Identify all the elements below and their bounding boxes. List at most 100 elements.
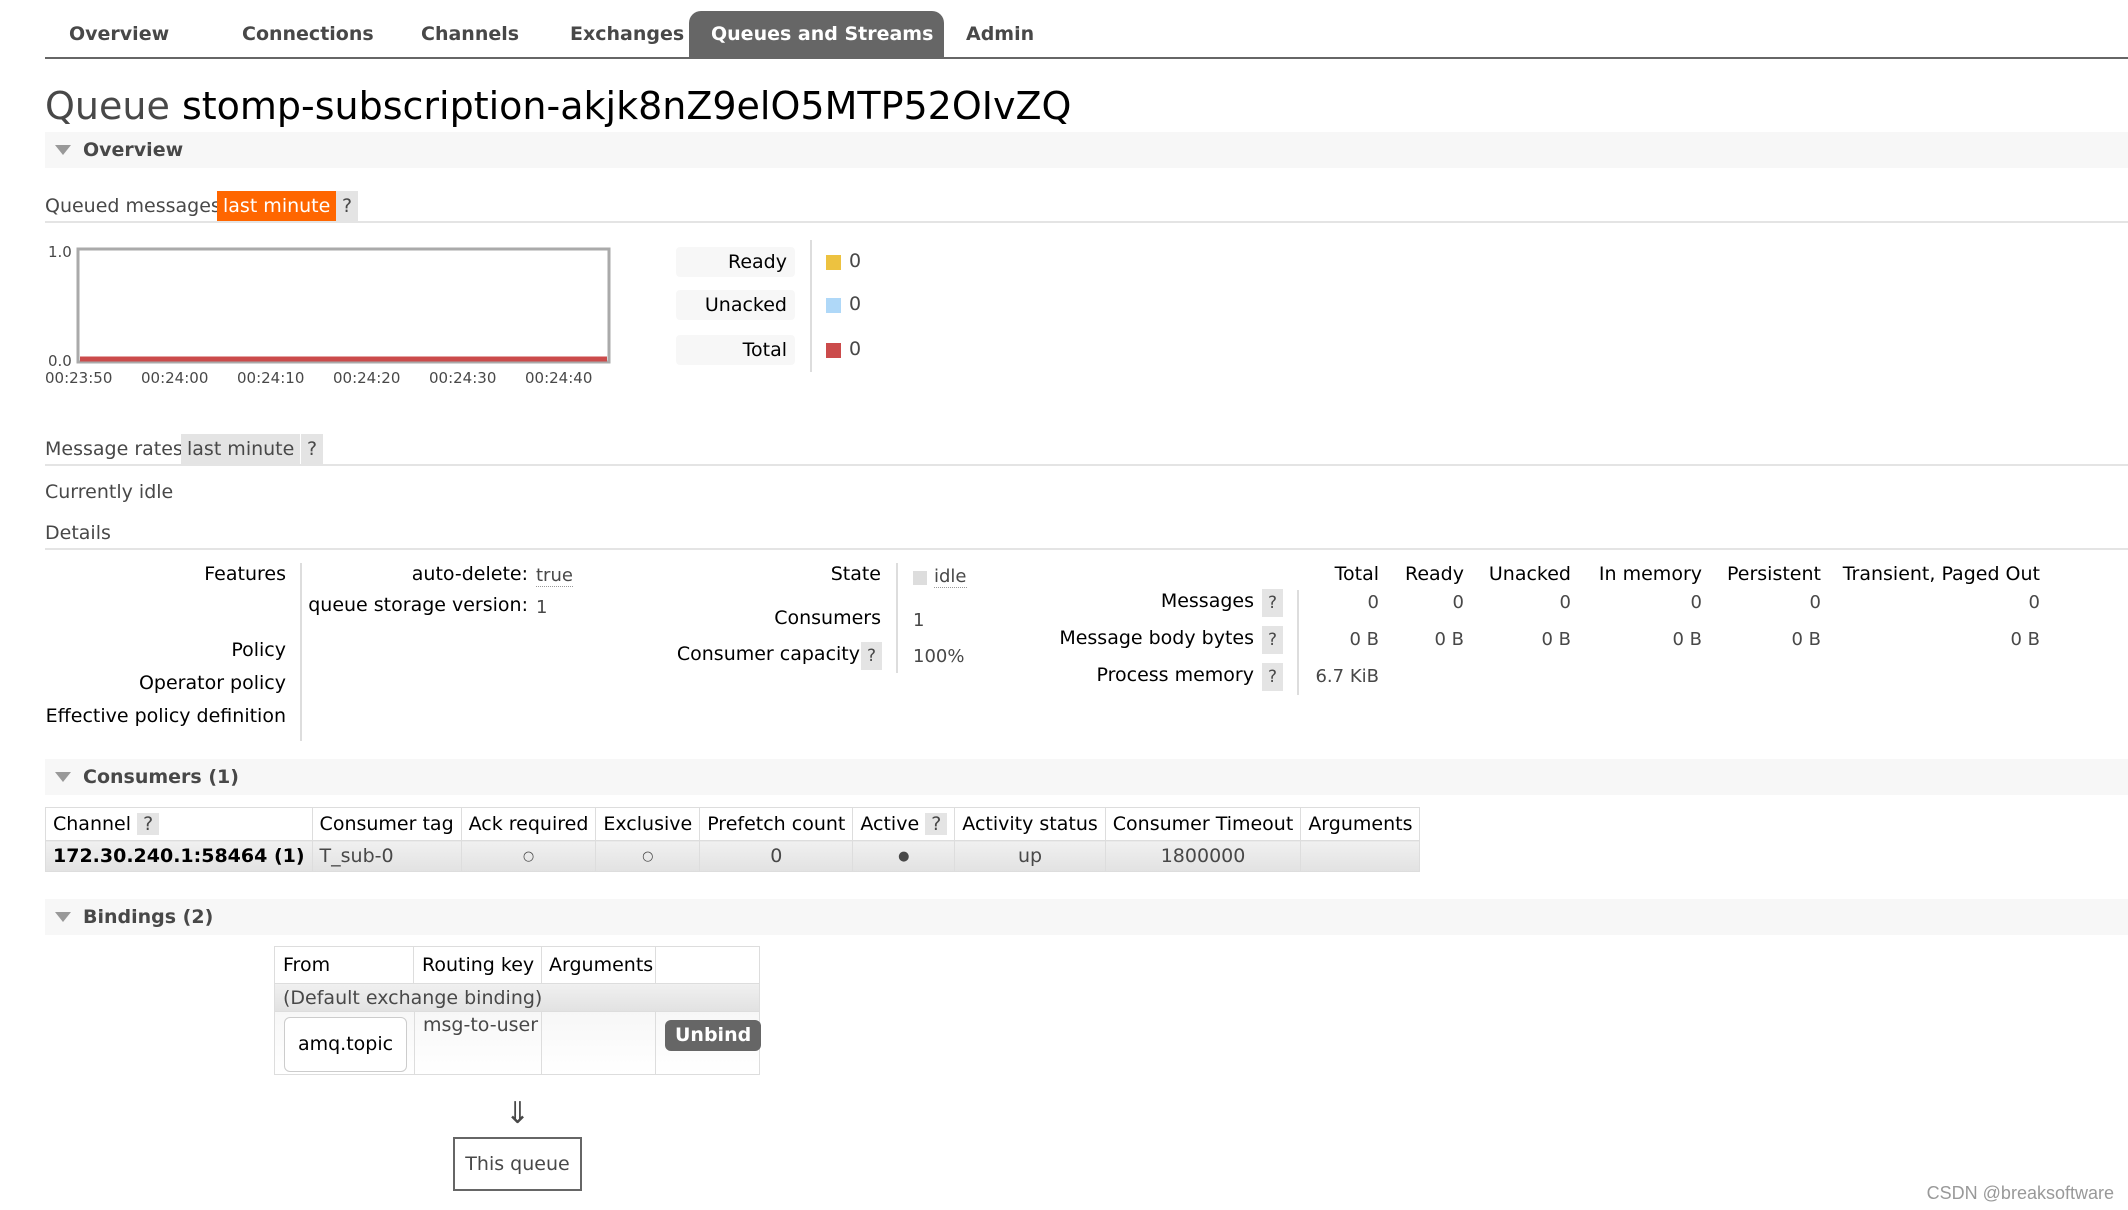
consumers-label: Consumers: [774, 607, 881, 629]
messages-help-button[interactable]: ?: [1262, 589, 1284, 617]
main-nav-tabs: Overview Connections Channels Exchanges …: [45, 11, 2128, 59]
metric-value: 0: [1559, 592, 1571, 613]
tab-queues-and-streams[interactable]: Queues and Streams: [689, 11, 944, 57]
consumer-capacity-value: 100%: [913, 646, 965, 667]
col-ack-required: Ack required: [460, 807, 597, 841]
tab-overview[interactable]: Overview: [47, 11, 191, 57]
col-routing-key: Routing key: [414, 947, 542, 983]
legend-swatch-ready: [826, 255, 841, 270]
legend-value-total: 0: [849, 338, 862, 360]
body-bytes-help-button[interactable]: ?: [1262, 626, 1284, 654]
metric-value: 6.7 KiB: [1315, 666, 1379, 687]
collapse-triangle-icon: [55, 772, 71, 782]
bindings-section-toggle[interactable]: Bindings (2): [45, 899, 2128, 935]
col-active: Active ?: [852, 807, 956, 841]
consumers-table: Channel ? Consumer tag Ack required Excl…: [45, 807, 1421, 872]
collapse-triangle-icon: [55, 145, 71, 155]
exclusive-icon: ○: [595, 840, 701, 872]
state-indicator-icon: [913, 571, 927, 585]
tab-channels[interactable]: Channels: [399, 11, 541, 57]
feature-value-storage-version: 1: [536, 597, 548, 618]
page-title-prefix: Queue: [45, 84, 170, 128]
col-label: Channel: [53, 813, 132, 835]
tab-connections[interactable]: Connections: [220, 11, 396, 57]
metrics-col-unacked: Unacked: [1488, 563, 1571, 585]
bindings-table: From Routing key Arguments (Default exch…: [274, 946, 762, 1075]
idle-status-text: Currently idle: [45, 481, 174, 503]
details-label: Details: [45, 522, 111, 544]
tab-admin[interactable]: Admin: [944, 11, 1056, 57]
metric-value: 0: [1809, 592, 1821, 613]
state-value: idle: [934, 566, 967, 588]
col-activity-status: Activity status: [954, 807, 1106, 841]
legend-value-ready: 0: [849, 250, 862, 272]
ack-required-icon: ○: [460, 840, 597, 872]
x-tick-label: 00:24:30: [429, 369, 497, 387]
legend-label-ready: Ready: [676, 247, 795, 277]
x-tick-label: 00:24:40: [525, 369, 593, 387]
message-rates-help-button[interactable]: ?: [301, 434, 324, 464]
col-exclusive: Exclusive: [595, 807, 701, 841]
legend-swatch-unacked: [826, 298, 841, 313]
col-consumer-timeout: Consumer Timeout: [1104, 807, 1302, 841]
channel-link[interactable]: 172.30.240.1:58464 (1): [45, 840, 313, 872]
consumer-capacity-help-button[interactable]: ?: [861, 642, 883, 670]
exchange-link-amq-topic[interactable]: amq.topic: [284, 1017, 407, 1072]
legend-label-total: Total: [676, 335, 795, 365]
effective-policy-label: Effective policy definition: [45, 705, 286, 727]
feature-value-auto-delete: true: [536, 565, 573, 587]
message-rates-header: Message rates last minute ?: [45, 434, 2128, 466]
queue-name: stomp-subscription-akjk8nZ9elO5MTP52OIvZ…: [181, 84, 1072, 128]
down-arrow-icon: ⇓: [505, 1096, 531, 1131]
metric-value: 0: [1452, 592, 1464, 613]
state-label: State: [830, 563, 881, 585]
table-row: 172.30.240.1:58464 (1) T_sub-0 ○ ○ 0 ● u…: [45, 840, 1421, 872]
x-tick-label: 00:23:50: [45, 369, 113, 387]
metric-value: 0 B: [1434, 629, 1464, 650]
message-rates-label: Message rates: [45, 438, 183, 460]
y-tick-label: 0.0: [48, 352, 72, 370]
binding-arguments: [542, 1012, 656, 1074]
queued-messages-range-button[interactable]: last minute: [217, 191, 337, 221]
active-help-button[interactable]: ?: [925, 813, 948, 835]
overview-section-toggle[interactable]: Overview: [45, 132, 2128, 168]
y-tick-label: 1.0: [48, 243, 72, 261]
metric-value: 0: [2028, 592, 2040, 613]
metrics-row-label-body-bytes: Message body bytes: [1059, 627, 1254, 649]
legend-swatch-total: [826, 343, 841, 358]
metric-value: 0 B: [1791, 629, 1821, 650]
metrics-col-ready: Ready: [1405, 563, 1464, 585]
state-divider: [896, 563, 898, 673]
collapse-triangle-icon: [55, 912, 71, 922]
feature-key: auto-delete:: [411, 563, 528, 585]
process-memory-help-button[interactable]: ?: [1262, 663, 1284, 691]
consumers-section-toggle[interactable]: Consumers (1): [45, 759, 2128, 795]
consumers-value: 1: [913, 610, 925, 631]
operator-policy-label: Operator policy: [138, 672, 286, 694]
this-queue-box: This queue: [453, 1137, 582, 1191]
metric-value: 0: [1690, 592, 1702, 613]
tab-exchanges[interactable]: Exchanges: [548, 11, 706, 57]
page-title: Queue stomp-subscription-akjk8nZ9elO5MTP…: [45, 84, 1071, 128]
consumers-section-label: Consumers (1): [83, 766, 239, 788]
legend-divider: [810, 240, 812, 372]
unbind-button[interactable]: Unbind: [665, 1020, 762, 1051]
metric-value: 0 B: [1349, 629, 1379, 650]
metrics-col-transient-paged-out: Transient, Paged Out: [1842, 563, 2040, 585]
x-tick-label: 00:24:10: [237, 369, 305, 387]
x-tick-label: 00:24:00: [141, 369, 209, 387]
message-rates-range-button[interactable]: last minute: [181, 434, 301, 464]
watermark: CSDN @breaksoftware: [1926, 1183, 2114, 1203]
metric-value: 0 B: [1541, 629, 1571, 650]
activity-status: up: [954, 840, 1106, 872]
queued-messages-help-button[interactable]: ?: [336, 191, 359, 221]
details-divider: [300, 563, 302, 741]
col-arguments: Arguments: [542, 947, 656, 983]
overview-section-label: Overview: [83, 139, 184, 161]
channel-help-button[interactable]: ?: [137, 813, 160, 835]
metric-value: 0 B: [1672, 629, 1702, 650]
metrics-divider: [1297, 590, 1299, 695]
routing-key: msg-to-user: [414, 1012, 542, 1074]
bindings-section-label: Bindings (2): [83, 906, 214, 928]
consumers-table-header: Channel ? Consumer tag Ack required Excl…: [45, 807, 1421, 841]
